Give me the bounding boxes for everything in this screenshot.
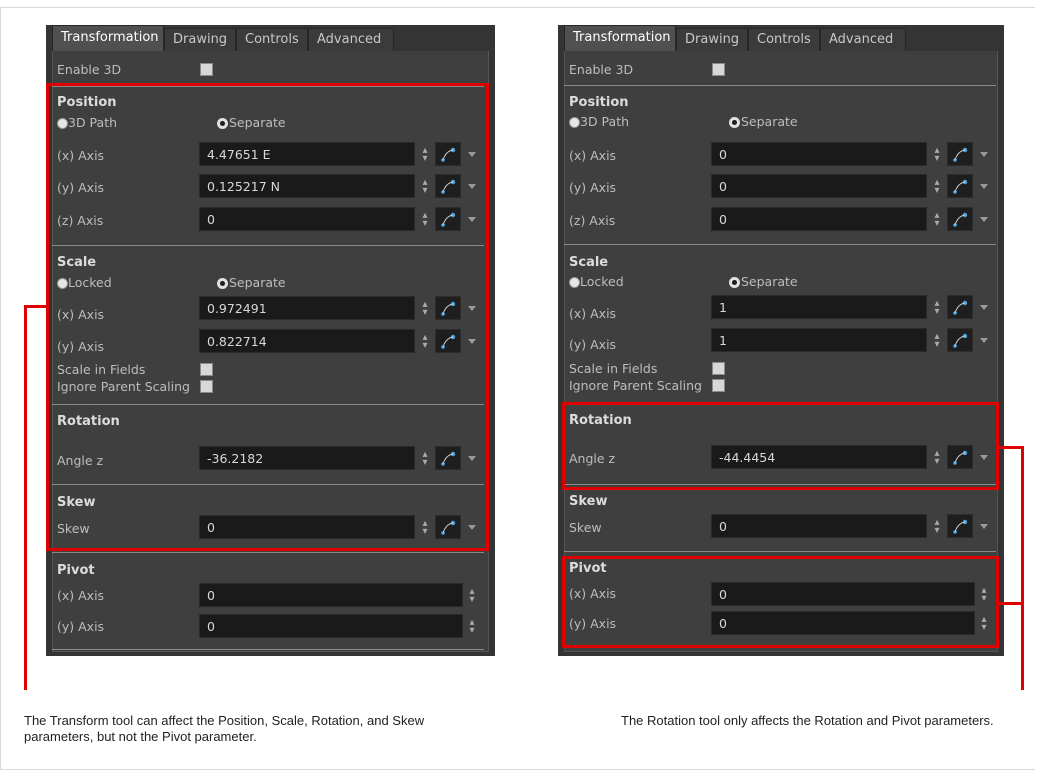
skew-label: Skew	[569, 520, 602, 535]
annotation-connector	[1021, 446, 1024, 690]
spinner-arrows-icon[interactable]: ▴ ▾	[468, 587, 476, 605]
pivot-y-field[interactable]: 0	[199, 614, 463, 638]
tab-drawing[interactable]: Drawing	[164, 28, 236, 51]
enable-3d-label: Enable 3D	[57, 62, 122, 77]
scale-separate-label: Separate	[741, 274, 798, 289]
spinner-arrows-icon[interactable]: ▴ ▾	[933, 299, 941, 317]
function-curve-icon	[953, 333, 968, 348]
scale-separate-radio[interactable]	[729, 277, 740, 288]
tab-controls[interactable]: Controls	[748, 28, 820, 51]
tab-controls[interactable]: Controls	[236, 28, 308, 51]
spinner-arrows-icon[interactable]: ▴ ▾	[468, 618, 476, 636]
function-curve-button[interactable]	[947, 514, 973, 538]
tab-transformation[interactable]: Transformation	[564, 25, 676, 51]
scale-in-fields-label: Scale in Fields	[569, 361, 658, 376]
dropdown-arrow-icon[interactable]	[980, 338, 988, 343]
scale-x-field[interactable]: 1	[711, 295, 927, 319]
tab-drawing[interactable]: Drawing	[676, 28, 748, 51]
scale-y-field[interactable]: 1	[711, 328, 927, 352]
separator	[52, 552, 484, 553]
annotation-connector	[24, 305, 48, 308]
position-y-field[interactable]: 0	[711, 174, 927, 198]
pivot-x-field[interactable]: 0	[199, 583, 463, 607]
function-curve-button[interactable]	[947, 328, 973, 352]
dropdown-arrow-icon[interactable]	[980, 305, 988, 310]
tab-bar: Transformation Drawing Controls Advanced	[558, 25, 1004, 51]
function-curve-icon	[953, 212, 968, 227]
transform-affected-highlight	[46, 83, 489, 551]
position-separate-label: Separate	[741, 114, 798, 129]
position-z-label: (z) Axis	[569, 213, 616, 228]
position-y-label: (y) Axis	[569, 180, 617, 195]
separator	[564, 244, 996, 245]
scale-y-label: (y) Axis	[569, 337, 617, 352]
separator	[564, 85, 996, 86]
dropdown-arrow-icon[interactable]	[980, 152, 988, 157]
3d-path-label: 3D Path	[580, 114, 630, 129]
enable-3d-checkbox[interactable]	[712, 63, 725, 76]
function-curve-button[interactable]	[947, 295, 973, 319]
pivot-x-label: (x) Axis	[57, 588, 105, 603]
function-curve-icon	[953, 147, 968, 162]
scale-header: Scale	[569, 255, 609, 270]
ignore-parent-scaling-label: Ignore Parent Scaling	[569, 378, 702, 393]
dropdown-arrow-icon[interactable]	[980, 217, 988, 222]
function-curve-button[interactable]	[947, 207, 973, 231]
spinner-arrows-icon[interactable]: ▴ ▾	[933, 211, 941, 229]
separator	[564, 551, 996, 552]
function-curve-icon	[953, 300, 968, 315]
function-curve-icon	[953, 519, 968, 534]
function-curve-button[interactable]	[947, 142, 973, 166]
dropdown-arrow-icon[interactable]	[980, 184, 988, 189]
3d-path-radio[interactable]	[569, 117, 580, 128]
skew-field[interactable]: 0	[711, 514, 927, 538]
enable-3d-checkbox[interactable]	[200, 63, 213, 76]
rotation-tool-caption: The Rotation tool only affects the Rotat…	[621, 713, 994, 728]
pivot-affected-highlight	[562, 556, 999, 648]
position-x-field[interactable]: 0	[711, 142, 927, 166]
scale-locked-radio[interactable]	[569, 277, 580, 288]
position-separate-radio[interactable]	[729, 117, 740, 128]
position-z-field[interactable]: 0	[711, 207, 927, 231]
spinner-arrows-icon[interactable]: ▴ ▾	[933, 178, 941, 196]
function-curve-icon	[953, 179, 968, 194]
pivot-header: Pivot	[57, 563, 95, 578]
scale-x-label: (x) Axis	[569, 306, 617, 321]
position-header: Position	[569, 95, 629, 110]
spinner-arrows-icon[interactable]: ▴ ▾	[933, 332, 941, 350]
function-curve-button[interactable]	[947, 174, 973, 198]
tab-advanced[interactable]: Advanced	[308, 28, 394, 51]
tab-transformation[interactable]: Transformation	[52, 25, 164, 51]
tab-bar: Transformation Drawing Controls Advanced	[46, 25, 495, 51]
spinner-arrows-icon[interactable]: ▴ ▾	[933, 146, 941, 164]
enable-3d-label: Enable 3D	[569, 62, 634, 77]
skew-header: Skew	[569, 494, 608, 509]
scale-locked-label: Locked	[580, 274, 624, 289]
dropdown-arrow-icon[interactable]	[980, 524, 988, 529]
scale-in-fields-checkbox[interactable]	[712, 362, 725, 375]
transform-tool-caption: The Transform tool can affect the Positi…	[24, 713, 425, 744]
pivot-y-label: (y) Axis	[57, 619, 105, 634]
separator	[52, 649, 484, 650]
position-x-label: (x) Axis	[569, 148, 617, 163]
spinner-arrows-icon[interactable]: ▴ ▾	[933, 518, 941, 536]
tab-advanced[interactable]: Advanced	[820, 28, 906, 51]
ignore-parent-scaling-checkbox[interactable]	[712, 379, 725, 392]
annotation-connector	[24, 305, 27, 690]
rotation-affected-highlight	[562, 402, 999, 490]
